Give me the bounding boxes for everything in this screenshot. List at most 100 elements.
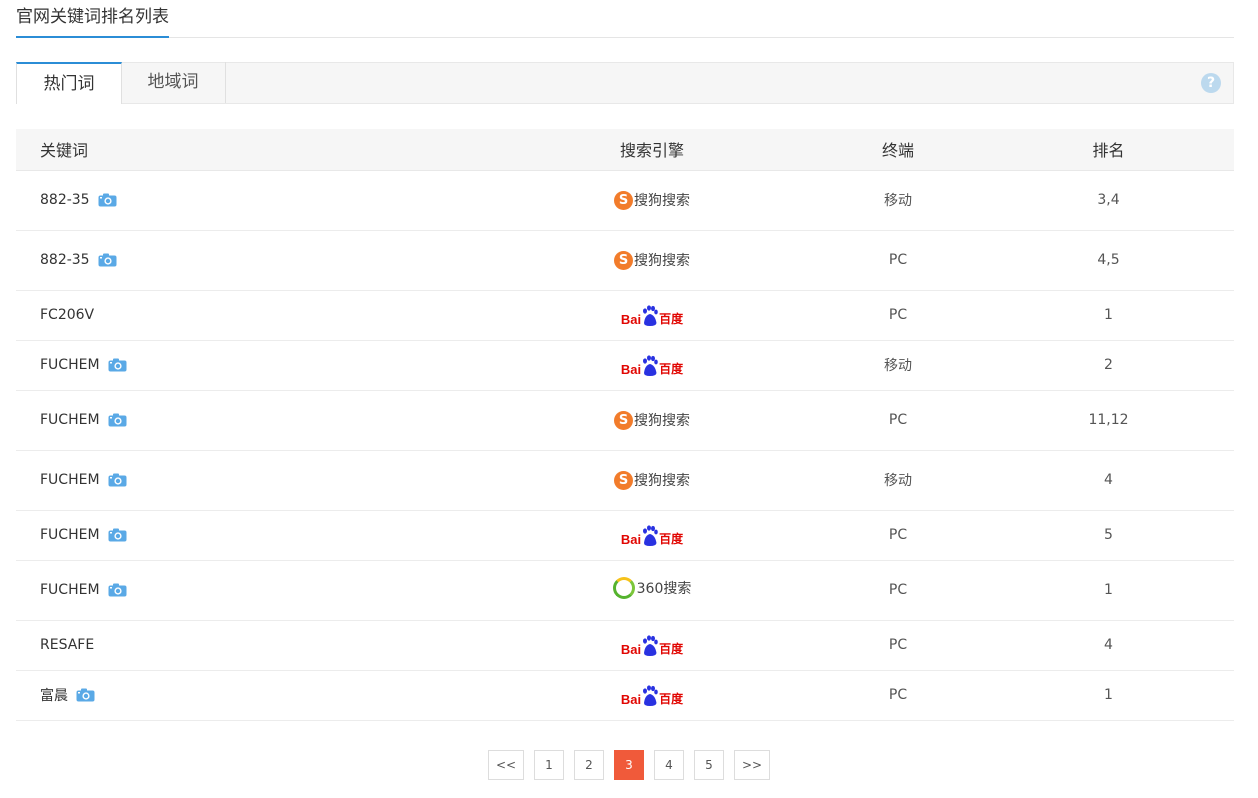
page-title: 官网关键词排名列表 [16,7,169,38]
title-bar: 官网关键词排名列表 [16,0,1234,38]
keyword-cell: FUCHEM [16,510,491,561]
sogou-icon: S [614,190,633,210]
engine-name: 搜狗搜索 [634,473,690,489]
engine-cell: Bai 百度 [491,290,813,341]
sogou-icon: S [614,470,633,490]
keyword-table: 关键词 搜索引擎 终端 排名 882-35 S 搜狗搜索 移动 3,4 882-35 S 搜狗… [16,129,1234,721]
baidu-bai-text: Bai [620,531,642,547]
column-header-engine: 搜索引擎 [491,129,813,171]
baidu-paw-icon [642,524,658,547]
baidu-bai-text: Bai [620,361,642,377]
table-header-row: 关键词 搜索引擎 终端 排名 [16,129,1234,171]
baidu-logo: Bai 百度 [621,633,683,657]
camera-icon[interactable] [98,193,117,207]
keyword-cell: FUCHEM [16,390,491,451]
keyword-text: FC206V [40,307,95,323]
keyword-cell: FUCHEM [16,340,491,391]
pagination-page-1[interactable]: 1 [534,750,564,780]
camera-icon[interactable] [108,358,127,372]
baidu-paw-icon [642,354,658,377]
camera-icon[interactable] [98,253,117,267]
keyword-text: FUCHEM [40,472,100,488]
baidu-bai-text: Bai [620,311,642,327]
rank-cell: 4,5 [983,230,1234,291]
table-row: FC206V Bai 百度 PC 1 [16,290,1234,341]
terminal-cell: 移动 [813,170,983,231]
column-header-terminal: 终端 [813,129,983,171]
rank-cell: 5 [983,510,1234,561]
keyword-text: FUCHEM [40,357,100,373]
baidu-name-text: 百度 [659,311,684,326]
keyword-text: RESAFE [40,637,95,653]
engine-name: 搜狗搜索 [634,193,690,209]
tab-bar: 热门词 地域词 ? [16,62,1234,104]
keyword-cell: RESAFE [16,620,491,671]
baidu-paw-icon [642,304,658,327]
camera-icon[interactable] [108,413,127,427]
engine-cell: Bai 百度 [491,510,813,561]
keyword-text: 882-35 [40,192,90,208]
terminal-cell: PC [813,390,983,451]
table-row: FUCHEM Bai 百度 移动 2 [16,340,1234,391]
pagination-page-3[interactable]: 3 [614,750,644,780]
pagination-page-5[interactable]: 5 [694,750,724,780]
engine-cell: S 搜狗搜索 [491,170,813,231]
sogou-logo: S 搜狗搜索 [614,250,690,270]
table-row: 882-35 S 搜狗搜索 移动 3,4 [16,170,1234,231]
pagination-page-2[interactable]: 2 [574,750,604,780]
keyword-cell: FUCHEM [16,450,491,511]
keyword-text: FUCHEM [40,582,100,598]
terminal-cell: PC [813,560,983,621]
so360-icon [612,577,635,599]
keyword-text: FUCHEM [40,527,100,543]
tab-hot-words[interactable]: 热门词 [16,62,122,104]
keyword-cell: 富晨 [16,670,491,721]
sogou-logo: S 搜狗搜索 [614,470,690,490]
rank-cell: 11,12 [983,390,1234,451]
baidu-bai-text: Bai [620,641,642,657]
pagination: << 1 2 3 4 5 >> [0,750,1258,780]
keyword-cell: 882-35 [16,170,491,231]
camera-icon[interactable] [108,528,127,542]
pagination-prev-button[interactable]: << [488,750,524,780]
engine-cell: Bai 百度 [491,340,813,391]
rank-cell: 1 [983,670,1234,721]
terminal-cell: PC [813,230,983,291]
rank-cell: 2 [983,340,1234,391]
so360-logo: 360搜索 [612,577,691,599]
baidu-paw-icon [642,684,658,707]
terminal-cell: 移动 [813,340,983,391]
camera-icon[interactable] [108,583,127,597]
help-icon[interactable]: ? [1201,73,1221,93]
keyword-text: 882-35 [40,252,90,268]
terminal-cell: PC [813,670,983,721]
table-row: FUCHEM Bai 百度 PC 5 [16,510,1234,561]
terminal-cell: PC [813,510,983,561]
terminal-cell: PC [813,620,983,671]
baidu-logo: Bai 百度 [621,683,683,707]
engine-name: 搜狗搜索 [634,253,690,269]
table-row: FUCHEM S 搜狗搜索 移动 4 [16,450,1234,511]
sogou-logo: S 搜狗搜索 [614,410,690,430]
pagination-next-button[interactable]: >> [734,750,770,780]
keyword-text: 富晨 [40,688,68,704]
terminal-cell: 移动 [813,450,983,511]
table-row: 882-35 S 搜狗搜索 PC 4,5 [16,230,1234,291]
engine-cell: Bai 百度 [491,620,813,671]
engine-name: 搜狗搜索 [634,413,690,429]
camera-icon[interactable] [76,688,95,702]
table-row: 富晨 Bai 百度 PC 1 [16,670,1234,721]
tab-region-words[interactable]: 地域词 [121,62,226,103]
column-header-rank: 排名 [983,129,1234,171]
engine-cell: S 搜狗搜索 [491,390,813,451]
rank-cell: 1 [983,560,1234,621]
baidu-name-text: 百度 [659,691,684,706]
baidu-logo: Bai 百度 [621,303,683,327]
pagination-page-4[interactable]: 4 [654,750,684,780]
baidu-paw-icon [642,634,658,657]
camera-icon[interactable] [108,473,127,487]
sogou-icon: S [614,410,633,430]
engine-cell: S 搜狗搜索 [491,450,813,511]
baidu-logo: Bai 百度 [621,353,683,377]
sogou-icon: S [614,250,633,270]
